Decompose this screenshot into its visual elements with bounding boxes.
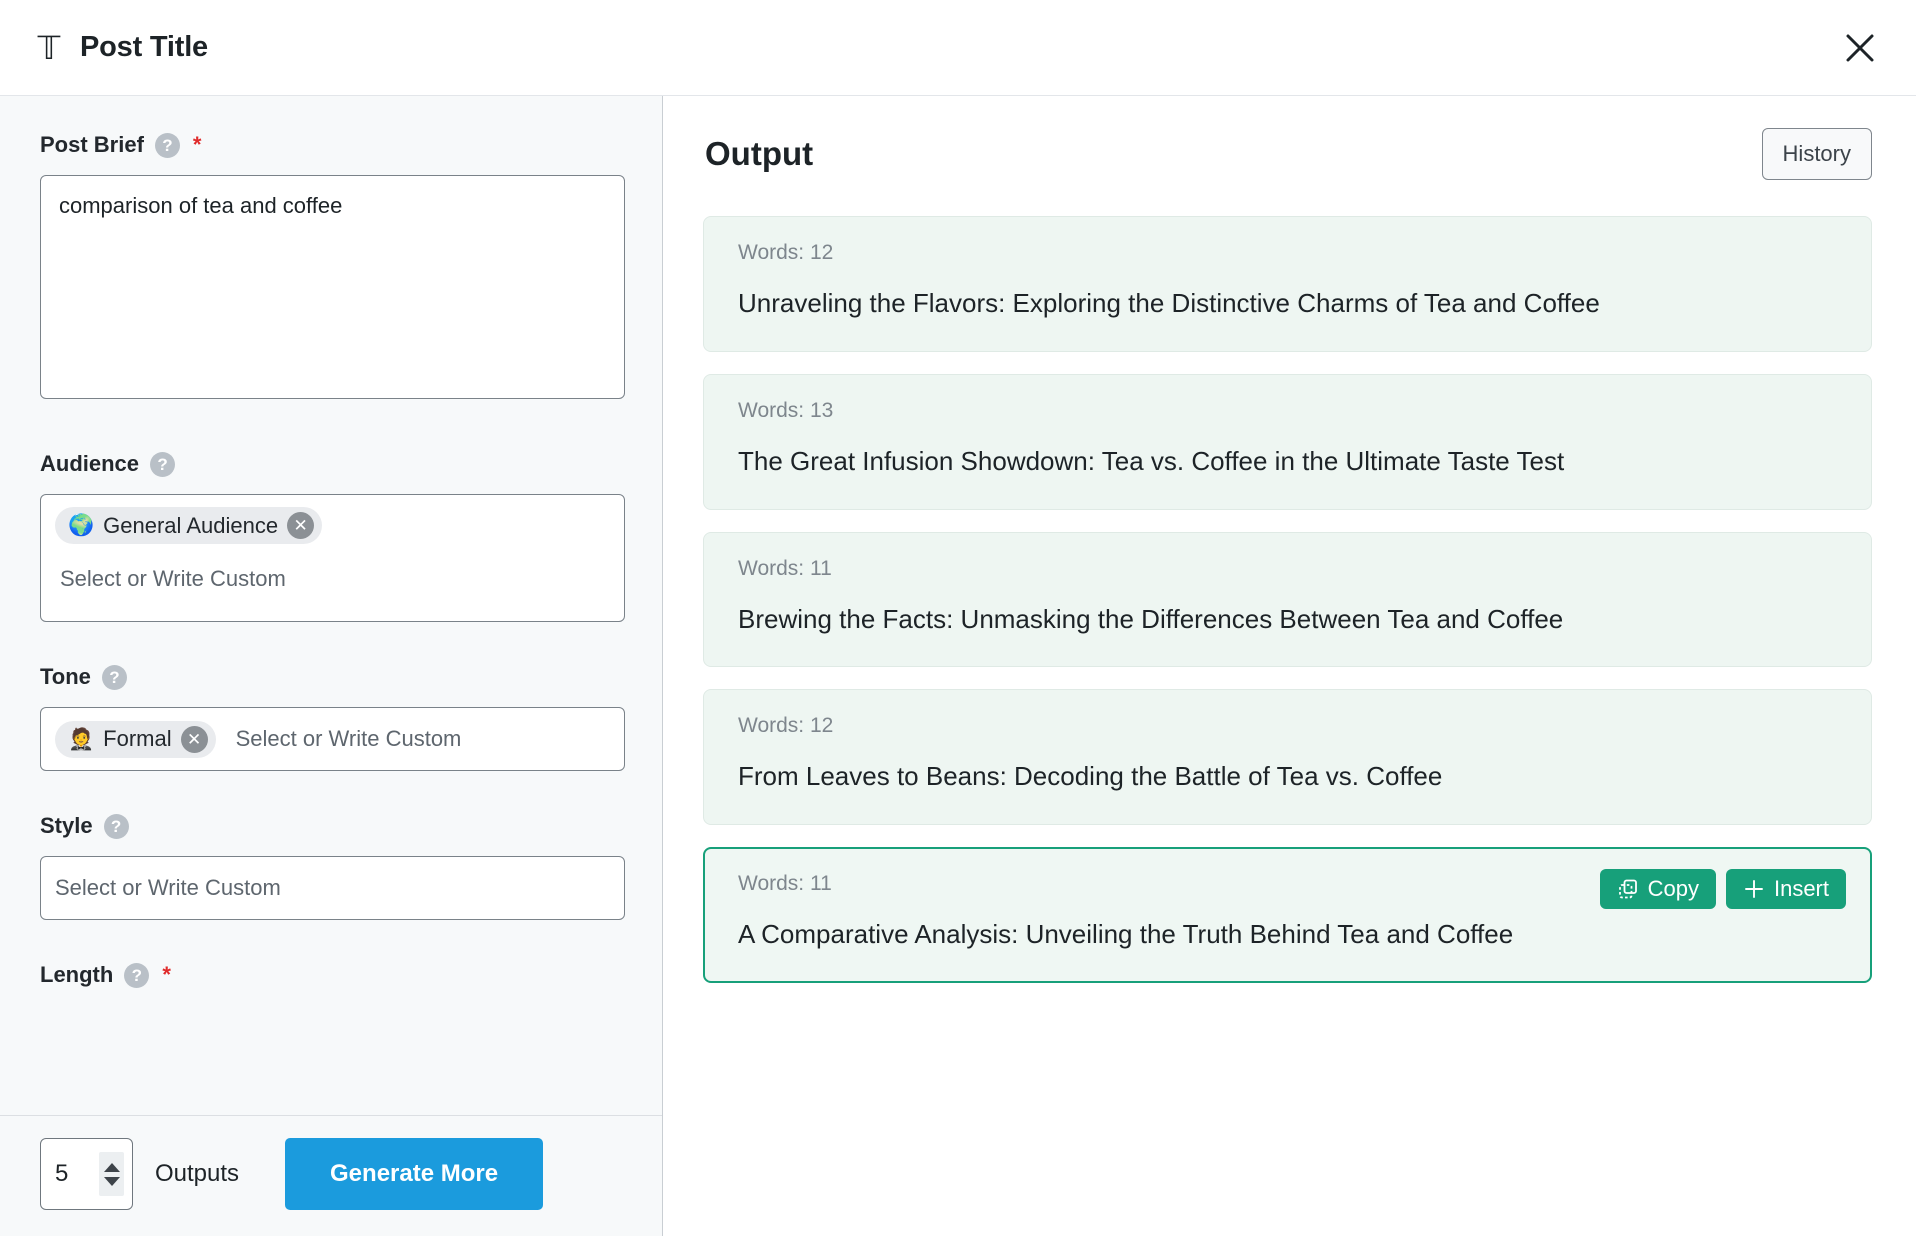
output-panel: Output History Words: 12 Unraveling the …	[663, 96, 1916, 1236]
close-button[interactable]	[1838, 26, 1882, 70]
style-select[interactable]: Select or Write Custom	[40, 856, 625, 920]
word-count-label: Words: 12	[738, 714, 834, 738]
help-circle-icon[interactable]: ?	[154, 132, 180, 158]
word-count-label: Words: 12	[738, 241, 834, 264]
tone-chip[interactable]: 🤵 Formal ✕	[55, 720, 216, 758]
tone-label-row: Tone ?	[40, 664, 622, 690]
post-brief-input[interactable]	[40, 175, 625, 399]
style-label: Style	[40, 813, 93, 838]
output-card-text: The Great Infusion Showdown: Tea vs. Cof…	[738, 445, 1565, 476]
settings-footer: 5 Outputs Generate More	[0, 1115, 662, 1236]
tone-chip-label: Formal	[103, 726, 172, 751]
audience-placeholder: Select or Write Custom	[60, 566, 286, 591]
style-placeholder: Select or Write Custom	[55, 875, 281, 900]
field-style: Style ? Select or Write Custom	[40, 813, 625, 920]
plus-icon	[1743, 878, 1765, 900]
page-title: Post Title	[80, 31, 208, 63]
close-circle-icon[interactable]: ✕	[287, 512, 315, 539]
globe-icon: 🌍	[68, 514, 95, 537]
post-brief-label: Post Brief	[40, 132, 144, 157]
stepper-arrows[interactable]	[99, 1152, 124, 1196]
output-title: Output	[705, 135, 814, 172]
post-title-generator-modal: 𝕋 Post Title Post Brief ? * comparison o…	[0, 0, 1916, 1236]
output-card-list: Words: 12 Unraveling the Flavors: Explor…	[703, 216, 1872, 983]
post-brief-label-row: Post Brief ? *	[40, 132, 622, 158]
card-action-group: Copy Insert	[1599, 869, 1846, 910]
word-count-label: Words: 11	[738, 556, 832, 580]
required-marker: *	[162, 962, 171, 987]
field-post-brief: Post Brief ? *	[40, 132, 625, 399]
help-circle-icon[interactable]: ?	[101, 664, 127, 690]
outputs-count-stepper[interactable]: 5	[40, 1138, 133, 1210]
insert-button[interactable]: Insert	[1725, 869, 1846, 910]
audience-chip-label: General Audience	[103, 512, 279, 538]
field-audience: Audience ? 🌍 General Audience ✕ Select o…	[40, 451, 625, 622]
length-label: Length	[40, 962, 114, 987]
tone-placeholder: Select or Write Custom	[235, 726, 462, 751]
history-button[interactable]: History	[1761, 128, 1872, 180]
help-circle-icon[interactable]: ?	[103, 813, 129, 839]
output-card-text: A Comparative Analysis: Unveiling the Tr…	[738, 919, 1514, 950]
close-circle-icon[interactable]: ✕	[180, 725, 208, 753]
audience-label-row: Audience ?	[40, 451, 622, 477]
style-label-row: Style ?	[40, 813, 622, 839]
output-card-text: Brewing the Facts: Unmasking the Differe…	[738, 603, 1564, 634]
close-icon	[1843, 31, 1877, 65]
settings-panel: Post Brief ? * Audience ?	[0, 96, 663, 1236]
chevron-down-icon[interactable]	[103, 1176, 120, 1186]
chevron-up-icon[interactable]	[103, 1162, 120, 1172]
insert-button-label: Insert	[1773, 876, 1829, 902]
help-circle-icon[interactable]: ?	[150, 451, 176, 477]
person-in-tuxedo-icon: 🤵	[68, 727, 95, 751]
generate-more-button[interactable]: Generate More	[285, 1138, 544, 1210]
output-card-text: Unraveling the Flavors: Exploring the Di…	[738, 288, 1600, 318]
output-card[interactable]: Words: 11 Brewing the Facts: Unmasking t…	[703, 531, 1872, 668]
outputs-label: Outputs	[155, 1160, 240, 1187]
help-circle-icon[interactable]: ?	[124, 962, 150, 988]
output-card[interactable]: Words: 12 Unraveling the Flavors: Explor…	[703, 216, 1872, 352]
copy-button-label: Copy	[1647, 876, 1699, 902]
output-card[interactable]: Words: 12 From Leaves to Beans: Decoding…	[703, 689, 1872, 826]
copy-button[interactable]: Copy	[1599, 869, 1716, 910]
copy-icon	[1617, 878, 1639, 900]
audience-select[interactable]: 🌍 General Audience ✕ Select or Write Cus…	[40, 494, 625, 622]
field-tone: Tone ? 🤵 Formal ✕ Select or Write Custom	[40, 664, 625, 771]
tone-label: Tone	[40, 664, 91, 689]
outputs-count-value: 5	[55, 1160, 69, 1187]
output-header: Output History	[703, 128, 1872, 180]
title-text-icon: 𝕋	[37, 29, 61, 66]
modal-header: 𝕋 Post Title	[0, 0, 1916, 96]
header-left-group: 𝕋 Post Title	[34, 29, 209, 66]
word-count-label: Words: 13	[738, 398, 834, 422]
tone-select[interactable]: 🤵 Formal ✕ Select or Write Custom	[40, 707, 625, 771]
audience-chip[interactable]: 🌍 General Audience ✕	[55, 507, 323, 544]
settings-scroll-area[interactable]: Post Brief ? * Audience ?	[0, 96, 662, 1115]
field-length: Length ? *	[40, 962, 622, 988]
output-card-text: From Leaves to Beans: Decoding the Battl…	[738, 761, 1443, 792]
output-card[interactable]: Words: 13 The Great Infusion Showdown: T…	[703, 373, 1872, 510]
length-label-row: Length ? *	[40, 962, 622, 988]
output-card-selected[interactable]: Words: 11 Copy Insert A Comparative Anal…	[703, 847, 1872, 983]
required-marker: *	[192, 132, 202, 157]
audience-label: Audience	[40, 451, 140, 476]
modal-body: Post Brief ? * Audience ?	[0, 96, 1916, 1236]
